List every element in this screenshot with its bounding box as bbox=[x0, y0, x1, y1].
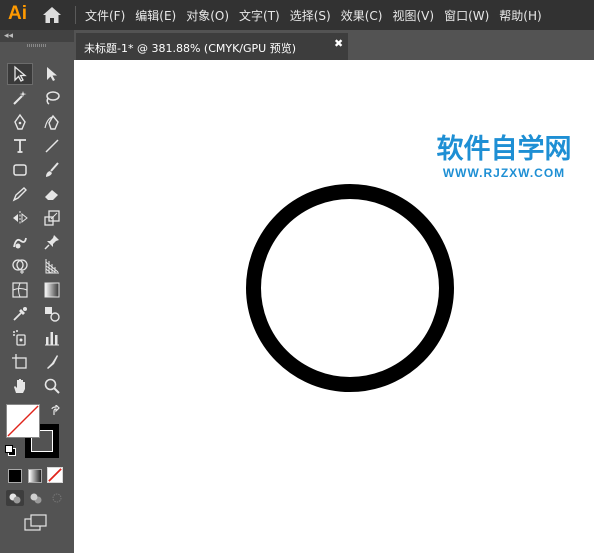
tools-panel: ◂◂ bbox=[0, 30, 74, 553]
symbol-sprayer-tool[interactable] bbox=[7, 327, 33, 349]
main-menu: 文件(F) 编辑(E) 对象(O) 文字(T) 选择(S) 效果(C) 视图(V… bbox=[80, 0, 547, 30]
hand-icon bbox=[14, 379, 25, 393]
lasso-tool[interactable] bbox=[39, 87, 65, 109]
menu-select[interactable]: 选择(S) bbox=[285, 7, 336, 24]
magnifier-icon bbox=[44, 378, 60, 394]
hand-tool[interactable] bbox=[7, 375, 33, 397]
curvature-tool[interactable] bbox=[39, 111, 65, 133]
none-slash-icon bbox=[48, 468, 62, 482]
scale-icon bbox=[44, 210, 60, 226]
gradient-mode-button[interactable] bbox=[28, 469, 42, 483]
none-mode-button[interactable] bbox=[47, 467, 63, 483]
eyedropper-tool[interactable] bbox=[7, 303, 33, 325]
line-segment-icon bbox=[45, 139, 59, 153]
draw-inside-button[interactable] bbox=[48, 490, 66, 506]
collapse-icon[interactable]: ◂◂ bbox=[4, 30, 13, 42]
symbol-sprayer-icon bbox=[13, 330, 26, 346]
mesh-tool[interactable] bbox=[7, 279, 33, 301]
direct-selection-tool[interactable] bbox=[39, 63, 65, 85]
selection-arrow-icon bbox=[14, 65, 27, 82]
blend-icon bbox=[45, 307, 60, 322]
direct-selection-arrow-icon bbox=[47, 67, 57, 81]
perspective-grid-icon bbox=[45, 259, 59, 274]
watermark: 软件自学网 WWW.RJZXW.COM bbox=[429, 134, 579, 180]
rounded-rectangle-icon bbox=[13, 164, 27, 176]
type-tool[interactable] bbox=[7, 135, 33, 157]
menu-window[interactable]: 窗口(W) bbox=[439, 7, 494, 24]
panel-grip[interactable] bbox=[27, 44, 47, 47]
shape-builder-tool[interactable] bbox=[7, 255, 33, 277]
watermark-title: 软件自学网 bbox=[436, 134, 572, 165]
slice-tool[interactable] bbox=[39, 351, 65, 373]
line-segment-tool[interactable] bbox=[39, 135, 65, 157]
curvature-pen-icon bbox=[44, 114, 59, 130]
scale-tool[interactable] bbox=[39, 207, 65, 229]
reflect-tool[interactable] bbox=[7, 207, 33, 229]
none-slash-icon bbox=[7, 405, 39, 437]
gradient-tool[interactable] bbox=[39, 279, 65, 301]
eyedropper-icon bbox=[13, 307, 27, 321]
document-tab-bar: 未标题-1* @ 381.88% (CMYK/GPU 预览) ✖ bbox=[74, 30, 594, 60]
menu-help[interactable]: 帮助(H) bbox=[494, 7, 546, 24]
tools-panel-header: ◂◂ bbox=[0, 30, 74, 42]
draw-behind-button[interactable] bbox=[27, 490, 45, 506]
menu-type[interactable]: 文字(T) bbox=[234, 7, 285, 24]
menu-effect[interactable]: 效果(C) bbox=[336, 7, 388, 24]
pen-nib-icon bbox=[14, 113, 26, 130]
menu-edit[interactable]: 编辑(E) bbox=[130, 7, 181, 24]
swap-fill-stroke-icon[interactable] bbox=[50, 405, 62, 417]
draw-inside-icon bbox=[52, 493, 62, 503]
draw-normal-button[interactable] bbox=[6, 490, 24, 506]
artboard-icon bbox=[12, 354, 27, 369]
draw-normal-icon bbox=[9, 493, 21, 504]
puppet-warp-tool[interactable] bbox=[39, 231, 65, 253]
app-logo: Ai bbox=[8, 3, 27, 24]
column-graph-tool[interactable] bbox=[39, 327, 65, 349]
menu-bar: Ai 文件(F) 编辑(E) 对象(O) 文字(T) 选择(S) 效果(C) 视… bbox=[0, 0, 594, 30]
eraser-icon bbox=[45, 190, 58, 200]
close-icon[interactable]: ✖ bbox=[334, 37, 343, 50]
magic-wand-icon bbox=[13, 91, 27, 105]
type-t-icon bbox=[14, 139, 26, 153]
menu-object[interactable]: 对象(O) bbox=[181, 7, 234, 24]
perspective-grid-tool[interactable] bbox=[39, 255, 65, 277]
selection-tool[interactable] bbox=[7, 63, 33, 85]
document-tab-label: 未标题-1* @ 381.88% (CMYK/GPU 预览) bbox=[84, 42, 296, 55]
lasso-icon bbox=[46, 91, 60, 105]
mesh-icon bbox=[12, 282, 28, 298]
reflect-icon bbox=[13, 211, 28, 225]
pencil-icon bbox=[12, 187, 27, 202]
menu-view[interactable]: 视图(V) bbox=[387, 7, 439, 24]
circle-shape[interactable] bbox=[246, 184, 454, 392]
slice-knife-icon bbox=[47, 355, 58, 369]
magic-wand-tool[interactable] bbox=[7, 87, 33, 109]
artboard-tool[interactable] bbox=[7, 351, 33, 373]
watermark-url: WWW.RJZXW.COM bbox=[442, 166, 566, 180]
warp-finger-icon bbox=[13, 237, 27, 249]
document-tab[interactable]: 未标题-1* @ 381.88% (CMYK/GPU 预览) ✖ bbox=[76, 33, 348, 60]
paintbrush-icon bbox=[46, 162, 59, 177]
fill-swatch[interactable] bbox=[6, 404, 40, 438]
home-icon[interactable] bbox=[42, 6, 62, 24]
gradient-icon bbox=[44, 282, 60, 298]
eraser-tool[interactable] bbox=[39, 183, 65, 205]
shape-builder-icon bbox=[12, 259, 28, 274]
paintbrush-tool[interactable] bbox=[39, 159, 65, 181]
pencil-tool[interactable] bbox=[7, 183, 33, 205]
artboard-canvas[interactable]: 软件自学网 WWW.RJZXW.COM bbox=[74, 60, 594, 553]
pushpin-icon bbox=[44, 235, 59, 250]
color-mode-button[interactable] bbox=[8, 469, 22, 483]
zoom-tool[interactable] bbox=[39, 375, 65, 397]
default-fill-stroke-icon[interactable] bbox=[5, 445, 16, 456]
draw-behind-icon bbox=[30, 493, 42, 504]
column-graph-icon bbox=[45, 332, 59, 346]
menu-separator bbox=[75, 6, 76, 24]
rectangle-tool[interactable] bbox=[7, 159, 33, 181]
pen-tool[interactable] bbox=[7, 111, 33, 133]
screen-mode-icon[interactable] bbox=[24, 514, 48, 532]
warp-tool[interactable] bbox=[7, 231, 33, 253]
blend-tool[interactable] bbox=[39, 303, 65, 325]
menu-file[interactable]: 文件(F) bbox=[80, 7, 130, 24]
